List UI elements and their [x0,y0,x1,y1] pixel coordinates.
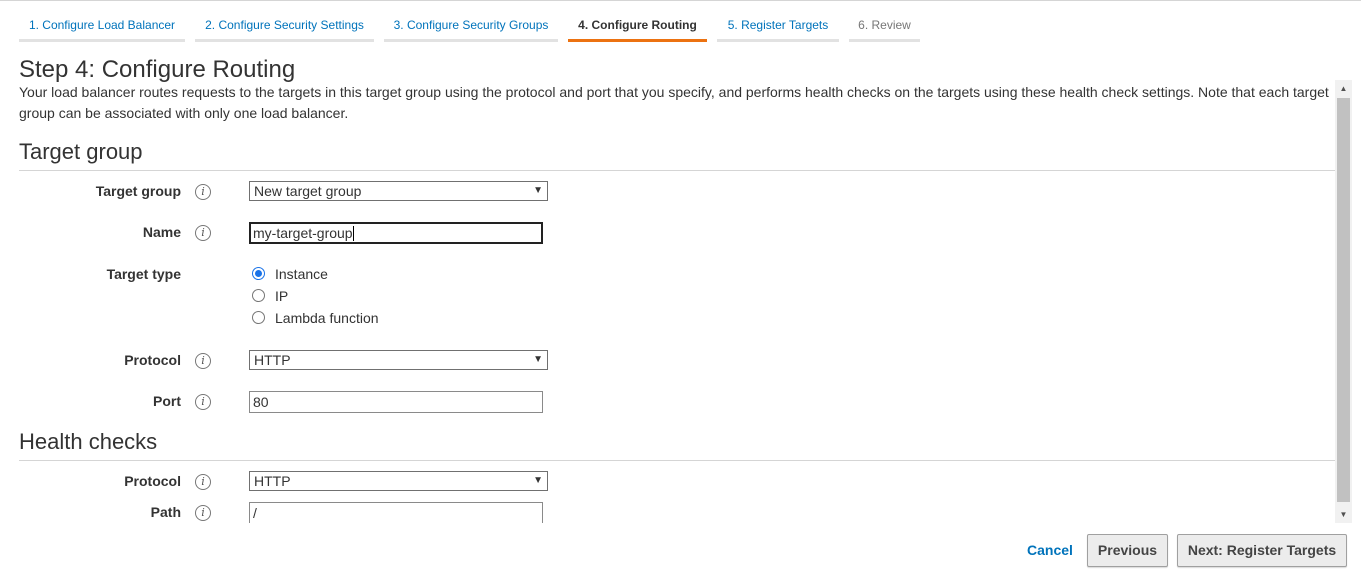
chevron-down-icon: ▼ [533,354,543,365]
section-divider [19,460,1335,461]
previous-button[interactable]: Previous [1087,534,1168,567]
tab-configure-security-settings[interactable]: 2. Configure Security Settings [195,10,374,42]
page-description: Your load balancer routes requests to th… [19,84,1329,121]
health-path-input[interactable]: / [249,502,543,523]
target-group-label: Target group [95,183,181,199]
port-input[interactable]: 80 [249,391,543,413]
main-content: Step 4: Configure Routing Your load bala… [19,52,1335,523]
page-title: Step 4: Configure Routing [19,56,296,83]
protocol-select-value: HTTP [254,352,291,368]
arrow-down-icon[interactable]: ▼ [1335,506,1352,523]
radio-label: Instance [275,266,328,282]
tab-configure-load-balancer[interactable]: 1. Configure Load Balancer [19,10,185,42]
info-icon[interactable]: i [195,474,211,490]
text-cursor [352,226,354,241]
radio-button[interactable] [252,311,265,324]
info-icon[interactable]: i [195,184,211,200]
name-input[interactable]: my-target-group [249,222,543,244]
arrow-up-icon[interactable]: ▲ [1335,80,1352,97]
radio-label: IP [275,288,289,304]
tab-configure-routing[interactable]: 4. Configure Routing [568,10,707,42]
tab-configure-security-groups[interactable]: 3. Configure Security Groups [384,10,558,42]
port-input-value: 80 [253,394,269,410]
next-register-targets-button[interactable]: Next: Register Targets [1177,534,1347,567]
protocol-select[interactable]: HTTP ▼ [249,350,548,370]
vertical-scrollbar[interactable]: ▲ ▼ [1335,80,1352,523]
chevron-down-icon: ▼ [533,185,543,196]
health-path-label: Path [150,504,181,520]
name-input-value: my-target-group [253,225,353,241]
target-group-select[interactable]: New target group ▼ [249,181,548,201]
top-border [0,0,1361,1]
port-label: Port [153,393,181,409]
radio-label: Lambda function [275,310,379,326]
protocol-label: Protocol [124,352,181,368]
radio-button[interactable] [252,289,265,302]
info-icon[interactable]: i [195,505,211,521]
health-protocol-label: Protocol [124,473,181,489]
section-divider [19,170,1335,171]
info-icon[interactable]: i [195,394,211,410]
tab-review: 6. Review [849,10,920,42]
scrollbar-thumb[interactable] [1337,98,1350,502]
health-path-input-value: / [253,505,257,521]
health-protocol-select[interactable]: HTTP ▼ [249,471,548,491]
target-type-label: Target type [106,266,181,282]
name-label: Name [142,224,181,240]
radio-button-selected[interactable] [252,267,265,280]
target-group-heading: Target group [19,139,143,164]
info-icon[interactable]: i [195,353,211,369]
target-group-select-value: New target group [254,183,362,199]
info-icon[interactable]: i [195,225,211,241]
tab-register-targets[interactable]: 5. Register Targets [717,10,839,42]
health-protocol-select-value: HTTP [254,473,291,489]
cancel-button[interactable]: Cancel [1027,542,1073,558]
health-checks-heading: Health checks [19,429,158,454]
chevron-down-icon: ▼ [533,475,543,486]
